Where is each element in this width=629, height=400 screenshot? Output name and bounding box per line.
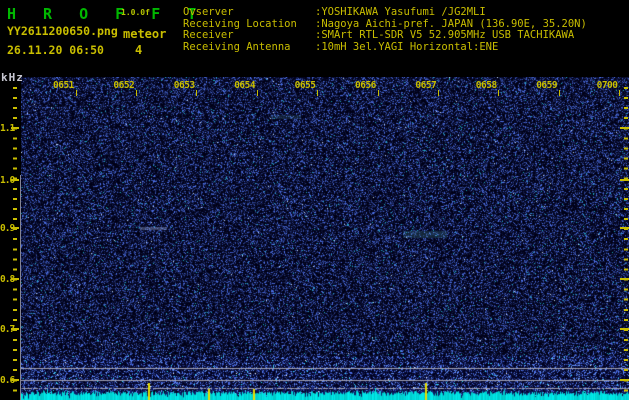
time-label: 0653 <box>174 80 195 91</box>
info-row-value: :SMArt RTL-SDR V5 52.905MHz USB TACHIKAW… <box>315 29 574 41</box>
time-tick <box>76 90 77 96</box>
info-row-value: :YOSHIKAWA Yasufumi /JG2MLI <box>315 6 486 18</box>
freq-major-tick <box>620 278 629 280</box>
freq-major-tick <box>11 127 19 129</box>
info-row-label: Receiver <box>183 30 315 42</box>
station-info-block: Ovserver:YOSHIKAWA Yasufumi /JG2MLI Recei… <box>183 7 587 53</box>
freq-major-tick <box>11 379 19 381</box>
mode-label: meteor <box>123 27 166 41</box>
info-row-value: :10mH 3el.YAGI Horizontal:ENE <box>315 41 498 53</box>
time-label: 0659 <box>536 80 557 91</box>
info-row-value: :Nagoya Aichi-pref. JAPAN (136.90E, 35.2… <box>315 18 587 30</box>
freq-major-tick <box>620 328 629 330</box>
hrofft-screen: H R O F F T 1.0.0f YY2611200650.png mete… <box>0 0 629 400</box>
time-tick <box>498 90 499 96</box>
app-title: H R O F F T <box>7 5 205 23</box>
time-label: 0658 <box>476 80 497 91</box>
freq-major-tick <box>11 179 19 181</box>
time-tick <box>196 90 197 96</box>
info-row-label: Receiving Antenna <box>183 42 315 54</box>
freq-major-tick <box>620 127 629 129</box>
time-tick <box>378 90 379 96</box>
time-label: 0700 <box>597 80 618 91</box>
time-tick <box>619 90 620 96</box>
freq-major-tick <box>11 278 19 280</box>
filename-label: YY2611200650.png <box>7 24 118 38</box>
time-label: 0655 <box>295 80 316 91</box>
version-label: 1.0.0f <box>121 8 150 17</box>
freq-major-tick <box>620 179 629 181</box>
time-tick <box>136 90 137 96</box>
freq-major-tick <box>11 328 19 330</box>
info-row-label: Ovserver <box>183 7 315 19</box>
time-tick <box>317 90 318 96</box>
info-row: Receiving Antenna:10mH 3el.YAGI Horizont… <box>183 42 587 54</box>
freq-minor-ticks-right <box>624 87 628 393</box>
freq-major-tick <box>11 227 19 229</box>
time-tick <box>438 90 439 96</box>
time-label: 0656 <box>355 80 376 91</box>
time-tick <box>257 90 258 96</box>
time-label: 0652 <box>113 80 134 91</box>
spectrogram-canvas <box>21 77 629 400</box>
meteor-count: 4 <box>135 43 142 57</box>
freq-unit-label: kHz <box>1 71 24 84</box>
left-edge-reference-line <box>20 175 21 400</box>
datetime-label: 26.11.20 06:50 <box>7 43 104 57</box>
time-label: 0651 <box>53 80 74 91</box>
time-label: 0657 <box>415 80 436 91</box>
time-tick <box>559 90 560 96</box>
freq-major-tick <box>620 379 629 381</box>
freq-major-tick <box>620 227 629 229</box>
time-label: 0654 <box>234 80 255 91</box>
